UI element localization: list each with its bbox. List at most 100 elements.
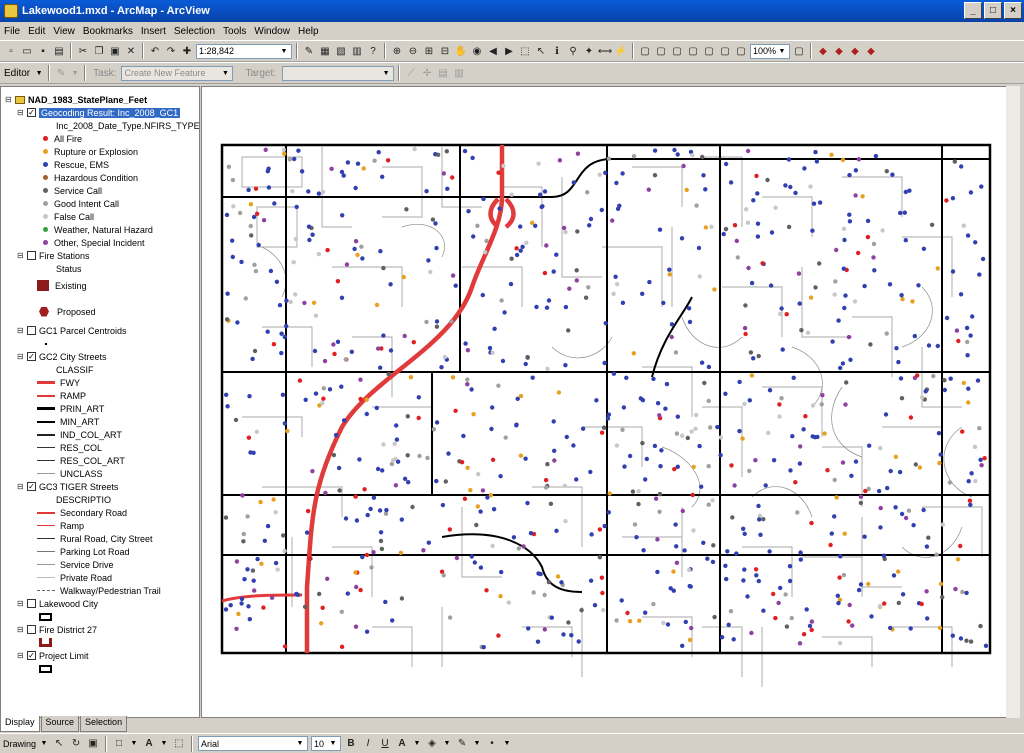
- layout-zoom-out-icon[interactable]: ▢: [654, 44, 668, 58]
- menu-insert[interactable]: Insert: [141, 26, 166, 37]
- target-combo[interactable]: ▼: [282, 65, 395, 81]
- select-elements-icon[interactable]: ↖: [534, 44, 548, 58]
- underline-icon[interactable]: U: [378, 737, 392, 751]
- fire-tool-1-icon[interactable]: ◆: [816, 44, 830, 58]
- editor-dropdown-icon[interactable]: ▼: [34, 70, 44, 77]
- menu-tools[interactable]: Tools: [223, 26, 246, 37]
- marker-color-dropdown-icon[interactable]: ▼: [502, 740, 512, 747]
- edit-vertices-icon[interactable]: ⬚: [172, 737, 186, 751]
- lakewood-checkbox[interactable]: [27, 599, 36, 608]
- project-checkbox[interactable]: ✓: [27, 651, 36, 660]
- menu-selection[interactable]: Selection: [174, 26, 215, 37]
- gc3-layer[interactable]: ⊟ ✓ GC3 TIGER Streets: [17, 480, 118, 493]
- forward-extent-icon[interactable]: ▶: [502, 44, 516, 58]
- fill-color-dropdown-icon[interactable]: ▼: [442, 740, 452, 747]
- select-elements-icon[interactable]: ↖: [52, 737, 66, 751]
- whats-this-icon[interactable]: ?: [366, 44, 380, 58]
- layout-zoom-in-icon[interactable]: ▢: [638, 44, 652, 58]
- go-to-xy-icon[interactable]: ✦: [582, 44, 596, 58]
- zoom-100-icon[interactable]: ▢: [702, 44, 716, 58]
- text-dropdown-icon[interactable]: ▼: [159, 740, 169, 747]
- fire-tool-4-icon[interactable]: ◆: [864, 44, 878, 58]
- tab-selection[interactable]: Selection: [80, 716, 128, 732]
- drawing-menu[interactable]: Drawing: [3, 739, 36, 749]
- line-color-dropdown-icon[interactable]: ▼: [472, 740, 482, 747]
- maximize-button[interactable]: □: [984, 2, 1002, 19]
- pan-icon[interactable]: ✋: [454, 44, 468, 58]
- sketch-properties-icon[interactable]: ▥: [452, 66, 466, 80]
- menu-file[interactable]: File: [4, 26, 20, 37]
- project-layer[interactable]: ⊟ ✓ Project Limit: [17, 649, 89, 662]
- tab-source[interactable]: Source: [40, 716, 80, 732]
- map-canvas[interactable]: [202, 87, 1007, 719]
- toggle-draft-icon[interactable]: ▢: [792, 44, 806, 58]
- find-icon[interactable]: ⚲: [566, 44, 580, 58]
- undo-icon[interactable]: ↶: [148, 44, 162, 58]
- fire-tool-2-icon[interactable]: ◆: [832, 44, 846, 58]
- rotate-icon[interactable]: ↻: [69, 737, 83, 751]
- add-data-icon[interactable]: ✚: [180, 44, 194, 58]
- print-icon[interactable]: ▤: [52, 44, 66, 58]
- menu-edit[interactable]: Edit: [28, 26, 45, 37]
- menu-bookmarks[interactable]: Bookmarks: [83, 26, 133, 37]
- layout-forward-icon[interactable]: ▢: [734, 44, 748, 58]
- menu-window[interactable]: Window: [254, 26, 290, 37]
- copy-icon[interactable]: ❐: [92, 44, 106, 58]
- layout-back-icon[interactable]: ▢: [718, 44, 732, 58]
- open-icon[interactable]: ▭: [20, 44, 34, 58]
- new-text-icon[interactable]: A: [142, 737, 156, 751]
- sketch-tool-icon[interactable]: ✎: [54, 66, 68, 80]
- minimize-button[interactable]: _: [964, 2, 982, 19]
- font-size-combo[interactable]: 10 ▼: [311, 736, 342, 751]
- geocode-checkbox[interactable]: ✓: [27, 108, 36, 117]
- map-scale-combo[interactable]: 1:28,842 ▼: [196, 43, 292, 59]
- bold-icon[interactable]: B: [344, 737, 358, 751]
- italic-icon[interactable]: I: [361, 737, 375, 751]
- split-tool-icon[interactable]: ⟋: [404, 66, 418, 80]
- vertical-scrollbar[interactable]: [1006, 86, 1020, 718]
- lakewood-layer[interactable]: ⊟ Lakewood City: [17, 597, 98, 610]
- task-combo[interactable]: Create New Feature ▼: [121, 65, 234, 81]
- fill-color-icon[interactable]: ◈: [425, 737, 439, 751]
- menu-view[interactable]: View: [53, 26, 75, 37]
- line-color-icon[interactable]: ✎: [455, 737, 469, 751]
- data-frame[interactable]: ⊟ NAD_1983_StatePlane_Feet: [5, 93, 147, 106]
- marker-color-icon[interactable]: •: [485, 737, 499, 751]
- district-layer[interactable]: ⊟ Fire District 27: [17, 623, 97, 636]
- gc2-layer[interactable]: ⊟ ✓ GC2 City Streets: [17, 350, 107, 363]
- save-icon[interactable]: ▪: [36, 44, 50, 58]
- editor-toolbar-icon[interactable]: ✎: [302, 44, 316, 58]
- zoom-whole-page-icon[interactable]: ▢: [686, 44, 700, 58]
- paste-icon[interactable]: ▣: [108, 44, 122, 58]
- tab-display[interactable]: Display: [0, 716, 40, 732]
- font-combo[interactable]: Arial ▼: [198, 736, 309, 751]
- rotate-tool-icon[interactable]: ✢: [420, 66, 434, 80]
- geocode-layer[interactable]: ⊟ ✓ Geocoding Result: Inc_2008_GC1: [17, 106, 181, 119]
- fire-tool-3-icon[interactable]: ◆: [848, 44, 862, 58]
- new-icon[interactable]: ▫: [4, 44, 18, 58]
- zoom-to-selected-icon[interactable]: ▣: [86, 737, 100, 751]
- identify-icon[interactable]: ℹ: [550, 44, 564, 58]
- full-extent-icon[interactable]: ◉: [470, 44, 484, 58]
- zoom-in-icon[interactable]: ⊕: [390, 44, 404, 58]
- redo-icon[interactable]: ↷: [164, 44, 178, 58]
- arctoolbox-icon[interactable]: ▦: [318, 44, 332, 58]
- attributes-icon[interactable]: ▤: [436, 66, 450, 80]
- gc1-layer[interactable]: ⊟ GC1 Parcel Centroids: [17, 324, 127, 337]
- fire-stations-layer[interactable]: ⊟ Fire Stations: [17, 249, 90, 262]
- editor-menu[interactable]: Editor: [4, 68, 30, 79]
- layout-zoom-combo[interactable]: 100% ▼: [750, 43, 790, 59]
- back-extent-icon[interactable]: ◀: [486, 44, 500, 58]
- hyperlink-icon[interactable]: ⚡: [614, 44, 628, 58]
- delete-icon[interactable]: ✕: [124, 44, 138, 58]
- gc3-checkbox[interactable]: ✓: [27, 482, 36, 491]
- close-button[interactable]: ×: [1004, 2, 1022, 19]
- map-display[interactable]: [201, 86, 1020, 718]
- fixed-zoom-in-icon[interactable]: ⊞: [422, 44, 436, 58]
- rectangle-dropdown-icon[interactable]: ▼: [129, 740, 139, 747]
- measure-icon[interactable]: ⟷: [598, 44, 612, 58]
- zoom-out-icon[interactable]: ⊖: [406, 44, 420, 58]
- gc1-checkbox[interactable]: [27, 326, 36, 335]
- font-color-dropdown-icon[interactable]: ▼: [412, 740, 422, 747]
- drawing-dropdown-icon[interactable]: ▼: [39, 740, 49, 747]
